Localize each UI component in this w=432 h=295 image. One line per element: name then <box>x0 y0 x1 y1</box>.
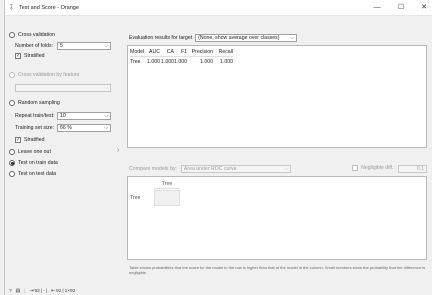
evaluation-target-row: Evaluation results for target (None, sho… <box>129 33 298 42</box>
select-value: 66 % <box>60 124 72 131</box>
output-separator: | <box>62 288 64 294</box>
radio-circle[interactable] <box>9 171 15 177</box>
number-of-folds-row: Number of folds: 5 ⌵ <box>15 41 111 50</box>
maximize-button[interactable]: ☐ <box>394 3 408 13</box>
stratified-2-label: Stratified <box>24 137 45 143</box>
evaluation-target-label: Evaluation results for target <box>129 34 193 41</box>
select-value: 5 <box>60 42 63 49</box>
compare-models-row: Compare models by: Area under ROC curve … <box>129 164 429 174</box>
feature-select[interactable]: ⌵ <box>15 84 111 92</box>
evaluation-results-table[interactable]: Model AUC CA F1 Precision Recall Tree 1.… <box>127 45 427 148</box>
chevron-down-icon: ⌵ <box>104 112 108 119</box>
comparison-cell <box>154 190 180 206</box>
divider: | <box>24 288 26 294</box>
stratified-checkbox-row[interactable]: ✓ Stratified <box>15 52 44 60</box>
window-title: Test and Score - Orange <box>19 5 79 11</box>
stratified-2-checkbox[interactable]: ✓ <box>15 137 21 143</box>
status-bar: ? ▤ | ⇥ 92 | - | ⇤ 92 | 1×92 <box>5 287 432 295</box>
column-header-recall[interactable]: Recall <box>213 49 233 55</box>
cell-f1: 1.000 <box>174 59 187 65</box>
training-set-size-label: Training set size: <box>15 124 55 131</box>
table-row[interactable]: Tree 1.000 1.000 1.000 1.000 1.000 <box>130 58 233 66</box>
cell-auc: 1.000 <box>147 59 160 65</box>
comparison-footnote: Table shows probabilities that the score… <box>129 265 426 275</box>
model-comparison-table[interactable]: Tree Tree <box>127 176 427 260</box>
repeat-train-test-label: Repeat train/test: <box>15 112 55 119</box>
repeat-train-test-row: Repeat train/test: 10 ⌵ <box>15 111 111 120</box>
chevron-down-icon: ⌵ <box>104 124 108 131</box>
orange-app-icon: ⫱ <box>10 4 13 11</box>
radio-random-sampling[interactable]: Random sampling <box>9 99 60 107</box>
output-dims: 1×92 <box>64 288 76 294</box>
training-set-size-select[interactable]: 66 % ⌵ <box>57 123 111 132</box>
radio-label: Test on train data <box>18 160 58 166</box>
stratified-label: Stratified <box>24 53 45 59</box>
column-header-auc[interactable]: AUC <box>145 49 160 55</box>
output-count: 92 <box>55 288 62 294</box>
radio-circle[interactable] <box>9 72 15 78</box>
number-of-folds-label: Number of folds: <box>15 42 54 49</box>
column-header-f1[interactable]: F1 <box>174 49 187 55</box>
compare-metric-select[interactable]: Area under ROC curve ⌵ <box>180 165 291 173</box>
radio-label: Random sampling <box>18 100 60 106</box>
input-count: 92 <box>34 288 40 294</box>
compare-models-label: Compare models by: <box>129 166 177 172</box>
cell-recall: 1.000 <box>220 59 233 65</box>
stratified-checkbox[interactable]: ✓ <box>15 53 21 59</box>
report-icon[interactable]: ▤ <box>16 289 21 294</box>
cell-precision: 1.000 <box>200 59 213 65</box>
title-bar: ⫱ Test and Score - Orange — ☐ ✕ <box>5 0 432 16</box>
chevron-down-icon: ⌵ <box>290 34 295 41</box>
chevron-down-icon: ⌵ <box>104 42 108 49</box>
radio-test-on-test-data[interactable]: Test on test data <box>9 170 56 178</box>
radio-circle[interactable] <box>9 160 15 166</box>
output-summary[interactable]: ⇤ 92 | 1×92 <box>51 289 75 294</box>
chevron-down-icon: ⌵ <box>284 166 288 172</box>
help-icon[interactable]: ? <box>9 289 12 294</box>
input-arrow-icon: ⇥ <box>29 288 34 294</box>
table-header-row: Model AUC CA F1 Precision Recall <box>130 48 233 57</box>
input-separator: | <box>40 288 43 294</box>
negligible-diff-input[interactable]: 0.1 <box>398 165 427 173</box>
stratified-2-checkbox-row[interactable]: ✓ Stratified <box>15 136 44 144</box>
column-header-precision[interactable]: Precision <box>187 49 213 55</box>
training-set-size-row: Training set size: 66 % ⌵ <box>15 123 111 132</box>
repeat-train-test-select[interactable]: 10 ⌵ <box>57 111 111 120</box>
minimize-button[interactable]: — <box>370 3 384 13</box>
column-header-model[interactable]: Model <box>130 49 145 55</box>
input-summary[interactable]: ⇥ 92 | - | <box>29 289 46 294</box>
comparison-row-header: Tree <box>130 195 141 201</box>
radio-cross-validation[interactable]: Cross validation <box>9 31 55 39</box>
select-value: (None, show average over classes) <box>198 34 280 41</box>
cell-ca: 1.000 <box>161 59 174 65</box>
negligible-diff-checkbox[interactable] <box>352 165 358 171</box>
sampling-panel: Cross validation Number of folds: 5 ⌵ ✓ … <box>5 17 116 287</box>
radio-circle[interactable] <box>9 149 15 155</box>
output-arrow-icon: ⇤ <box>50 288 55 294</box>
input-dash: - <box>43 288 45 294</box>
number-of-folds-select[interactable]: 5 ⌵ <box>57 41 111 50</box>
cell-model: Tree <box>130 59 141 65</box>
negligible-diff-label: Negligible diff.: <box>361 165 395 171</box>
comparison-column-header: Tree <box>154 180 180 189</box>
radio-circle[interactable] <box>9 32 15 38</box>
radio-label: Leave one out <box>18 149 51 155</box>
chevron-down-icon: ⌵ <box>104 85 108 91</box>
radio-label: Cross validation by feature <box>18 72 80 78</box>
input-separator-2: | <box>45 288 47 294</box>
select-value: 10 <box>60 112 66 119</box>
radio-leave-one-out[interactable]: Leave one out <box>9 148 51 156</box>
column-header-ca[interactable]: CA <box>160 49 174 55</box>
radio-circle[interactable] <box>9 100 15 106</box>
radio-label: Test on test data <box>18 171 57 177</box>
radio-label: Cross validation <box>18 32 55 38</box>
select-value: Area under ROC curve <box>183 166 237 172</box>
radio-cross-validation-by-feature[interactable]: Cross validation by feature <box>9 71 79 79</box>
radio-test-on-train-data[interactable]: Test on train data <box>9 159 58 167</box>
collapse-panel-arrow-icon[interactable]: › <box>117 147 119 154</box>
close-button[interactable]: ✕ <box>417 3 431 13</box>
test-and-score-window: ⫱ Test and Score - Orange — ☐ ✕ Cross va… <box>4 0 432 295</box>
negligible-diff-checkbox-row[interactable]: Negligible diff.: <box>352 165 395 171</box>
target-class-select[interactable]: (None, show average over classes) ⌵ <box>195 33 298 42</box>
